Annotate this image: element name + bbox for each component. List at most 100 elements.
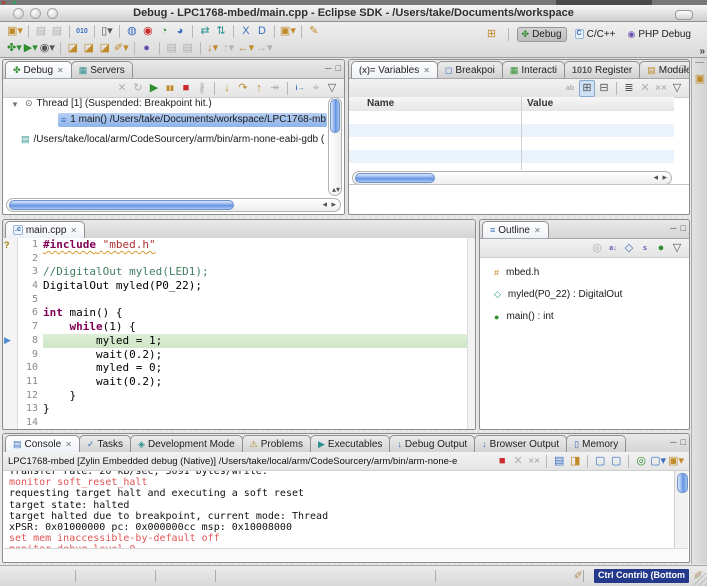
column-name[interactable]: Name <box>367 98 394 109</box>
stack-frame-row[interactable]: 1 main() /Users/take/Documents/workspace… <box>70 114 326 125</box>
window-resize-grip[interactable] <box>694 573 707 586</box>
thread-row[interactable]: Thread [1] (Suspended: Breakpoint hit.) <box>37 98 212 109</box>
column-divider[interactable] <box>521 97 522 170</box>
step-return-icon[interactable]: ↑ <box>252 81 266 96</box>
ball-button[interactable]: ● <box>140 41 154 56</box>
instruction-pointer-icon[interactable]: ▶ <box>4 335 11 346</box>
scroll-lock-icon[interactable]: ◨ <box>568 454 582 469</box>
x-file-button[interactable]: X <box>239 24 253 39</box>
scroll-arrows[interactable]: ◂ ▸ <box>653 172 668 183</box>
debug-horizontal-scrollbar[interactable]: ◂ ▸ <box>6 198 341 212</box>
close-icon[interactable]: ✕ <box>57 66 64 75</box>
d-file-button[interactable]: D <box>255 24 269 39</box>
outline-item[interactable]: myled(P0_22) : DigitalOut <box>508 289 623 300</box>
run-button[interactable]: ▶▾ <box>24 41 38 56</box>
save-all-button[interactable]: ▤ <box>181 41 195 56</box>
close-icon[interactable]: ✕ <box>65 440 72 449</box>
close-icon[interactable]: ✕ <box>70 226 77 235</box>
red-gem-button[interactable]: ◉ <box>141 24 155 39</box>
perspective-cpp[interactable]: C C/C++ <box>571 28 620 41</box>
tab-registers[interactable]: 1010 Register <box>564 61 640 78</box>
remove-all-launches-icon[interactable]: ✕✕ <box>527 454 541 469</box>
tab-browser-output[interactable]: ↓ Browser Output <box>474 435 567 452</box>
variables-table-body[interactable] <box>349 111 674 170</box>
code-area[interactable]: 1#include "mbed.h" 2 3//DigitalOut myled… <box>18 238 467 429</box>
warning-marker-icon[interactable]: ? <box>4 240 10 250</box>
tab-development-mode[interactable]: ◈ Development Mode <box>130 435 243 452</box>
pin-console-icon[interactable]: ◎ <box>634 454 648 469</box>
display-console-icon[interactable]: ▢▾ <box>650 454 666 469</box>
debug-button[interactable]: ✤▾ <box>7 41 22 56</box>
tab-variables[interactable]: (x)= Variables ✕ <box>351 61 438 78</box>
scroll-arrows[interactable]: ◂ ▸ <box>322 199 337 210</box>
binary-editor-button[interactable]: 010 <box>75 24 89 39</box>
tab-memory[interactable]: ▯ Memory <box>566 435 626 452</box>
perspective-debug[interactable]: ✤ Debug <box>517 27 567 42</box>
editor-body[interactable]: ? ▶ 1#include "mbed.h" 2 3//DigitalOut m… <box>3 238 475 429</box>
export-button[interactable]: ↑▾ <box>222 41 236 56</box>
back-button[interactable]: ←▾ <box>238 41 255 56</box>
minimize-view-icon[interactable]: ─ <box>670 437 676 447</box>
scroll-arrows[interactable]: ▴▾ <box>331 186 341 193</box>
disclosure-triangle[interactable]: ▼ <box>11 100 19 109</box>
close-icon[interactable]: ✕ <box>423 66 430 75</box>
open-folder-button-3[interactable]: ◪ <box>98 41 112 56</box>
collapse-all-icon[interactable]: ⊟ <box>597 81 611 96</box>
open-folder-button-1[interactable]: ◪ <box>66 41 80 56</box>
tab-debug-output[interactable]: ↓ Debug Output <box>389 435 475 452</box>
ctrl-contrib-button[interactable]: Ctrl Contrib (Bottom <box>594 569 689 583</box>
maximize-view-icon[interactable]: □ <box>681 63 686 73</box>
minimize-view-icon[interactable]: ─ <box>325 63 331 73</box>
team-sync-button[interactable]: ⇄ <box>198 24 212 39</box>
variables-horizontal-scrollbar[interactable]: ◂ ▸ <box>352 171 672 185</box>
resume-icon[interactable]: ▶ <box>147 81 161 96</box>
minimize-view-icon[interactable]: ─ <box>670 223 676 233</box>
hide-static-icon[interactable]: s <box>638 241 652 256</box>
view-menu-icon[interactable]: ▽ <box>670 241 684 256</box>
step-filters-icon[interactable]: ⌖ <box>309 81 323 96</box>
show-type-names-icon[interactable]: ab <box>563 81 577 96</box>
debug-vertical-scrollbar[interactable]: ▴▾ <box>328 97 342 196</box>
tab-console[interactable]: ▤ Console ✕ <box>5 435 80 452</box>
maximize-view-icon[interactable]: □ <box>681 437 686 447</box>
console-vertical-scrollbar[interactable] <box>674 471 688 549</box>
step-over-icon[interactable]: ↷ <box>236 81 250 96</box>
maximize-view-icon[interactable]: □ <box>336 63 341 73</box>
overview-ruler[interactable] <box>467 238 475 429</box>
fast-view-icon[interactable]: ▣ <box>693 72 707 87</box>
variables-detail-pane[interactable] <box>349 184 689 210</box>
tab-interactive[interactable]: ▦ Interacti <box>502 61 565 78</box>
feather-button[interactable]: ✎ <box>307 24 321 39</box>
import-button[interactable]: ↓▾ <box>206 41 220 56</box>
show-columns-icon[interactable]: ≣ <box>622 81 636 96</box>
tab-breakpoints[interactable]: ◻ Breakpoi <box>437 61 503 78</box>
instruction-stepping-icon[interactable]: ↠ <box>268 81 282 96</box>
tab-servers[interactable]: ▦ Servers <box>71 61 133 78</box>
save-button[interactable]: ▤ <box>34 24 48 39</box>
profile-button[interactable]: ◉▾ <box>40 41 55 56</box>
remove-variable-icon[interactable]: ✕ <box>638 81 652 96</box>
open-perspective-button[interactable]: ⊞ <box>485 27 499 42</box>
maximize-view-icon[interactable]: □ <box>681 223 686 233</box>
console-output[interactable]: Transfer rate: 20 kB/sec, 3091 bytes/wri… <box>4 471 675 549</box>
column-value[interactable]: Value <box>527 98 553 109</box>
show-stdout-icon[interactable]: ▢ <box>593 454 607 469</box>
text-editor-button[interactable]: ▯▾ <box>100 24 114 39</box>
remove-terminated-icon[interactable]: ✕ <box>115 81 129 96</box>
new-dropdown-button[interactable]: ▣▾ <box>280 24 296 39</box>
team-share-button[interactable]: ⇅ <box>214 24 228 39</box>
perspective-overflow-button[interactable]: » <box>699 46 705 57</box>
outline-item[interactable]: mbed.h <box>506 267 539 278</box>
process-row[interactable]: /Users/take/local/arm/CodeSourcery/arm/b… <box>34 134 325 145</box>
forward-button[interactable]: →▾ <box>256 41 273 56</box>
tab-tasks[interactable]: ✓ Tasks <box>79 435 131 452</box>
tab-executables[interactable]: ▶ Executables <box>310 435 390 452</box>
view-menu-icon[interactable]: ▽ <box>670 81 684 96</box>
step-into-selection-icon[interactable]: i→ <box>293 81 307 96</box>
blue-fetch-button[interactable]: ◕ <box>173 24 187 39</box>
hide-nonpublic-icon[interactable]: ● <box>654 241 668 256</box>
annotation-ruler[interactable]: ? ▶ <box>3 238 18 429</box>
open-folder-button-2[interactable]: ◪ <box>82 41 96 56</box>
new-wizard-button[interactable]: ▣▾ <box>7 24 23 39</box>
save-button-2[interactable]: ▤ <box>165 41 179 56</box>
